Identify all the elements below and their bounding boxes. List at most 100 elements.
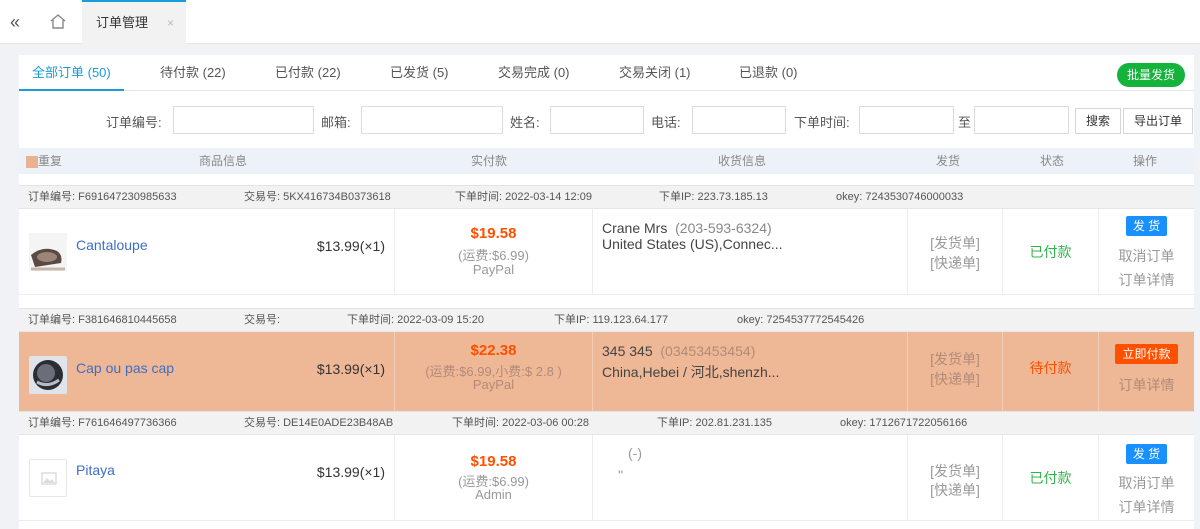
filter-bar: 订单编号: 邮箱: 姓名: 电话: 下单时间: 至 搜索 导出订单 bbox=[19, 105, 1194, 135]
receiver-cell: Crane Mrs (203-593-6324) United States (… bbox=[593, 209, 908, 295]
ship-cell: [发货单] [快递单] bbox=[908, 435, 1003, 521]
paid-amount: $19.58 bbox=[470, 453, 517, 470]
ops-cell: 立即付款 订单详情 bbox=[1099, 332, 1194, 418]
ship-button[interactable]: 发 货 bbox=[1125, 216, 1168, 236]
image-placeholder-icon[interactable] bbox=[29, 459, 67, 497]
ship-order-link[interactable]: [发货单] bbox=[908, 233, 1002, 253]
phone-input[interactable] bbox=[692, 106, 786, 134]
receiver-line: (-) bbox=[628, 445, 642, 461]
name-input[interactable] bbox=[550, 106, 644, 134]
trade-number: 交易号: bbox=[244, 314, 281, 326]
product-thumbnail[interactable] bbox=[29, 356, 67, 394]
receiver-phone: (203-593-6324) bbox=[675, 220, 772, 236]
export-orders-button[interactable]: 导出订单 bbox=[1123, 108, 1194, 134]
receiver-cell: (-) '' bbox=[593, 435, 908, 521]
tab-closed[interactable]: 交易关闭 (1) bbox=[606, 55, 704, 91]
product-cell: Pitaya $13.99(×1) bbox=[19, 435, 395, 521]
cancel-order-link[interactable]: 取消订单 bbox=[1099, 246, 1194, 266]
order-status: 已付款 bbox=[1029, 470, 1072, 486]
tab-all-orders[interactable]: 全部订单 (50) bbox=[19, 55, 124, 91]
pay-method: PayPal bbox=[472, 262, 515, 277]
order-okey: okey: 1712671722056166 bbox=[840, 417, 968, 429]
product-cell: Cap ou pas cap $13.99(×1) bbox=[19, 332, 395, 418]
ship-cell: [发货单] [快递单] bbox=[908, 209, 1003, 295]
tab-refunded[interactable]: 已退款 (0) bbox=[726, 55, 811, 91]
order-body: Cap ou pas cap $13.99(×1) $22.38 (运费:$6.… bbox=[19, 332, 1194, 418]
email-input[interactable] bbox=[361, 106, 503, 134]
order-time-label: 下单时间: bbox=[794, 115, 850, 130]
batch-ship-button[interactable]: 批量发货 bbox=[1116, 63, 1185, 87]
order-time: 下单时间: 2022-03-14 12:09 bbox=[455, 191, 592, 203]
order-detail-link[interactable]: 订单详情 bbox=[1099, 497, 1194, 517]
to-label: 至 bbox=[958, 115, 972, 130]
receiver-name: 345 345 bbox=[602, 343, 653, 359]
col-ops: 操作 bbox=[1133, 154, 1158, 168]
order-body: Pitaya $13.99(×1) $19.58 (运费:$6.99) Admi… bbox=[19, 435, 1194, 521]
search-button[interactable]: 搜索 bbox=[1075, 108, 1122, 134]
receiver-name: Crane Mrs bbox=[602, 220, 668, 236]
col-ship: 发货 bbox=[936, 154, 961, 168]
tab-completed[interactable]: 交易完成 (0) bbox=[485, 55, 583, 91]
cancel-order-link[interactable]: 取消订单 bbox=[1099, 473, 1194, 493]
status-cell: 已付款 bbox=[1003, 209, 1099, 295]
tab-paid[interactable]: 已付款 (22) bbox=[262, 55, 354, 91]
product-price: $13.99(×1) bbox=[316, 464, 385, 480]
product-thumbnail[interactable] bbox=[29, 233, 67, 271]
trade-number: 交易号: 5KX416734B0373618 bbox=[244, 191, 391, 203]
product-name-link[interactable]: Pitaya bbox=[76, 462, 115, 478]
paid-amount: $22.38 bbox=[470, 342, 517, 359]
tab-close-icon[interactable]: × bbox=[167, 2, 174, 44]
order-time-end-input[interactable] bbox=[974, 106, 1069, 134]
product-name-link[interactable]: Cantaloupe bbox=[76, 237, 148, 253]
order-panel: 全部订单 (50) 待付款 (22) 已付款 (22) 已发货 (5) 交易完成… bbox=[19, 55, 1194, 529]
order-ip: 下单IP: 119.123.64.177 bbox=[554, 314, 669, 326]
home-icon[interactable] bbox=[44, 11, 72, 31]
receiver-line: Crane Mrs (203-593-6324) bbox=[602, 220, 772, 236]
receiver-address: '' bbox=[618, 467, 624, 483]
receiver-address: United States (US),Connec... bbox=[602, 236, 783, 252]
order-detail-link[interactable]: 订单详情 bbox=[1099, 270, 1194, 290]
order-row: 订单编号: F691647230985633 交易号: 5KX416734B03… bbox=[19, 185, 1194, 297]
order-ip: 下单IP: 202.81.231.135 bbox=[657, 417, 772, 429]
tab-shipped[interactable]: 已发货 (5) bbox=[377, 55, 462, 91]
table-header: 重复 商品信息 实付款 收货信息 发货 状态 操作 bbox=[19, 148, 1194, 174]
tab-order-management[interactable]: 订单管理 × bbox=[82, 0, 186, 44]
receiver-phone: (03453453454) bbox=[660, 343, 756, 359]
order-header: 订单编号: F381646810445658 交易号: 下单时间: 2022-0… bbox=[19, 308, 1194, 332]
order-detail-link[interactable]: 订单详情 bbox=[1099, 375, 1194, 395]
order-time-start-input[interactable] bbox=[859, 106, 954, 134]
order-ip: 下单IP: 223.73.185.13 bbox=[659, 191, 768, 203]
ship-button[interactable]: 发 货 bbox=[1125, 444, 1168, 464]
paid-cell: $22.38 (运费:$6.99,小费:$ 2.8 ) PayPal bbox=[395, 332, 593, 418]
phone-label: 电话: bbox=[651, 115, 681, 130]
status-tabs: 全部订单 (50) 待付款 (22) 已付款 (22) 已发货 (5) 交易完成… bbox=[19, 55, 1194, 91]
trade-number: 交易号: DE14E0ADE23B48AB bbox=[244, 417, 394, 429]
collapse-sidebar-icon[interactable]: « bbox=[10, 12, 20, 33]
ship-order-link[interactable]: [发货单] bbox=[908, 349, 1002, 369]
order-header: 订单编号: F691647230985633 交易号: 5KX416734B03… bbox=[19, 185, 1194, 209]
product-price: $13.99(×1) bbox=[316, 238, 385, 254]
order-no-input[interactable] bbox=[173, 106, 314, 134]
order-okey: okey: 7254537772545426 bbox=[737, 314, 865, 326]
ship-order-link[interactable]: [发货单] bbox=[908, 461, 1002, 481]
order-time: 下单时间: 2022-03-09 15:20 bbox=[347, 314, 484, 326]
order-row: 订单编号: F381646810445658 交易号: 下单时间: 2022-0… bbox=[19, 308, 1194, 420]
product-name-link[interactable]: Cap ou pas cap bbox=[76, 360, 174, 376]
express-order-link[interactable]: [快递单] bbox=[908, 480, 1002, 500]
pay-method: Admin bbox=[475, 487, 512, 502]
pay-now-button[interactable]: 立即付款 bbox=[1115, 344, 1178, 364]
order-time: 下单时间: 2022-03-06 00:28 bbox=[452, 417, 589, 429]
order-status: 已付款 bbox=[1029, 244, 1072, 260]
order-number: 订单编号: F381646810445658 bbox=[28, 314, 177, 326]
name-label: 姓名: bbox=[510, 115, 540, 130]
order-body: Cantaloupe $13.99(×1) $19.58 (运费:$6.99) … bbox=[19, 209, 1194, 295]
tab-pending-payment[interactable]: 待付款 (22) bbox=[147, 55, 239, 91]
express-order-link[interactable]: [快递单] bbox=[908, 369, 1002, 389]
col-repeat: 重复 bbox=[38, 154, 63, 168]
repeat-checkbox[interactable] bbox=[26, 156, 38, 168]
order-header: 订单编号: F761646497736366 交易号: DE14E0ADE23B… bbox=[19, 411, 1194, 435]
express-order-link[interactable]: [快递单] bbox=[908, 253, 1002, 273]
tab-label: 订单管理 bbox=[96, 15, 149, 30]
order-no-label: 订单编号: bbox=[106, 115, 162, 130]
col-status: 状态 bbox=[1040, 154, 1065, 168]
